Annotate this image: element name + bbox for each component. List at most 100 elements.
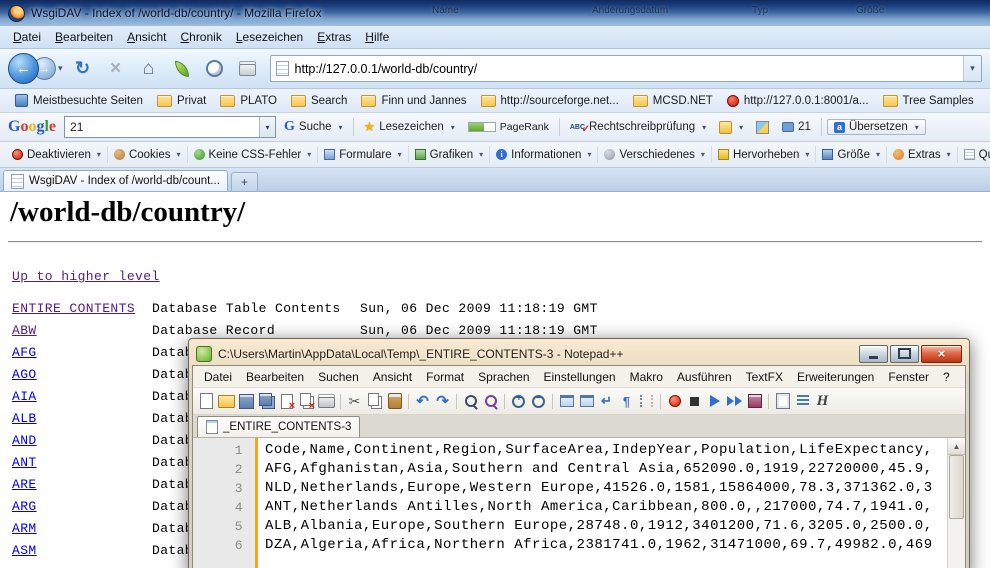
notepadpp-menu-item[interactable]: Ausführen [670, 368, 739, 386]
up-link[interactable]: Up to higher level [12, 269, 160, 284]
toolbar-icon[interactable] [413, 392, 432, 411]
clock-history-icon[interactable] [202, 55, 228, 83]
editor-tab[interactable]: _ENTIRE_CONTENTS-3 [197, 416, 360, 437]
scroll-up-button[interactable] [948, 438, 965, 455]
notepadpp-menu-item[interactable]: Einstellungen [537, 368, 623, 386]
webdev-menu-item[interactable]: Cookies [108, 146, 188, 163]
toolbar-icon[interactable] [725, 392, 744, 411]
notepadpp-menu-item[interactable]: Suchen [311, 368, 366, 386]
counter-indicator[interactable]: 21 [777, 121, 816, 133]
editor-line[interactable]: 4 ANT,Netherlands Antilles,North America… [193, 498, 948, 517]
toolbar-icon[interactable] [597, 392, 616, 411]
minimize-button[interactable] [859, 345, 888, 363]
editor-line[interactable]: 5 ALB,Albania,Europe,Southern Europe,287… [193, 517, 948, 536]
google-search-button[interactable]: Suche [279, 119, 348, 135]
notepadpp-menu-item[interactable]: Sprachen [471, 368, 536, 386]
editor-line[interactable]: 1 Code,Name,Continent,Region,SurfaceArea… [193, 441, 948, 460]
toolbar-icon[interactable] [345, 392, 364, 411]
leaf-addon-icon[interactable] [169, 55, 195, 83]
directory-entry-link[interactable]: ENTIRE CONTENTS [12, 301, 152, 316]
translate-button[interactable]: Übersetzen [827, 119, 926, 135]
toolbar-icon[interactable] [453, 392, 460, 411]
new-tab-button[interactable]: + [231, 172, 258, 191]
bookmark-item[interactable]: MCSD.NET [626, 95, 720, 107]
notepadpp-menu-item[interactable]: Format [419, 368, 471, 386]
scroll-thumb[interactable] [949, 455, 964, 519]
directory-entry-link[interactable]: AIA [12, 389, 152, 404]
pagerank-indicator[interactable]: PageRank [463, 121, 554, 133]
spellcheck-button[interactable]: Rechtschreibprüfung [565, 121, 711, 133]
webdev-menu-item[interactable]: Verschiedenes [598, 146, 711, 163]
directory-entry-link[interactable]: ALB [12, 411, 152, 426]
notepadpp-menu-item[interactable]: Bearbeiten [239, 368, 311, 386]
bookmark-item[interactable]: http://127.0.0.1:8001/a... [720, 95, 876, 107]
toolbar-icon[interactable] [617, 392, 636, 411]
webdev-menu-item[interactable]: Formulare [318, 146, 408, 163]
toolbar-icon[interactable] [557, 392, 576, 411]
search-dropdown-icon[interactable] [259, 117, 275, 137]
back-button[interactable] [8, 53, 39, 84]
print-icon[interactable] [235, 55, 261, 83]
menu-item[interactable]: Hilfe [358, 28, 396, 46]
directory-entry-link[interactable]: AND [12, 433, 152, 448]
bookmark-item[interactable]: Privat [150, 95, 213, 107]
menu-item[interactable]: Chronik [173, 28, 228, 46]
toolbar-icon[interactable] [337, 392, 344, 411]
toolbar-icon[interactable] [745, 392, 764, 411]
toolbar-icon[interactable] [793, 392, 812, 411]
webdev-menu-item[interactable]: Extras [887, 146, 958, 163]
bookmark-item[interactable]: Tree Samples [876, 95, 981, 107]
directory-entry-link[interactable]: ARM [12, 521, 152, 536]
toolbar-icon[interactable] [705, 392, 724, 411]
notepadpp-menu-item[interactable]: Fenster [881, 368, 936, 386]
webdev-menu-item[interactable]: Informationen [490, 146, 598, 163]
toolbar-icon[interactable] [765, 392, 772, 411]
notepadpp-menu-item[interactable]: Makro [623, 368, 670, 386]
url-bar[interactable]: http://127.0.0.1/world-db/country/ [270, 55, 982, 82]
toolbar-icon[interactable] [297, 392, 316, 411]
toolbar-icon[interactable] [577, 392, 596, 411]
directory-entry-link[interactable]: ANT [12, 455, 152, 470]
toolbar-icon[interactable] [481, 392, 500, 411]
menu-item[interactable]: Ansicht [120, 28, 173, 46]
toolbar-icon[interactable] [365, 392, 384, 411]
search-value[interactable]: 21 [70, 120, 259, 134]
notepadpp-menu-item[interactable]: TextFX [739, 368, 790, 386]
toolbar-icon[interactable] [665, 392, 684, 411]
mdi-close-button[interactable]: X [957, 371, 966, 383]
reload-icon[interactable] [70, 55, 96, 83]
webdev-menu-item[interactable]: Größe [816, 146, 887, 163]
toolbar-icon[interactable] [637, 392, 656, 411]
bookmark-item[interactable]: PLATO [213, 95, 284, 107]
menu-item[interactable]: Lesezeichen [229, 28, 310, 46]
toolbar-icon[interactable] [813, 392, 832, 411]
history-dropdown-icon[interactable] [58, 63, 63, 74]
highlighter-button[interactable] [751, 121, 774, 134]
close-button[interactable] [921, 345, 962, 363]
toolbar-icon[interactable] [773, 392, 792, 411]
directory-entry-link[interactable]: ARE [12, 477, 152, 492]
webdev-menu-item[interactable]: Deaktivieren [6, 146, 108, 163]
editor-line[interactable]: 3 NLD,Netherlands,Europe,Western Europe,… [193, 479, 948, 498]
maximize-button[interactable] [890, 345, 919, 363]
toolbar-icon[interactable] [509, 392, 528, 411]
toolbar-icon[interactable] [257, 392, 276, 411]
directory-entry-link[interactable]: AGO [12, 367, 152, 382]
webdev-menu-item[interactable]: Quellte [958, 146, 990, 163]
toolbar-icon[interactable] [385, 392, 404, 411]
toolbar-icon[interactable] [685, 392, 704, 411]
toolbar-icon[interactable] [657, 392, 664, 411]
bookmark-item[interactable]: http://sourceforge.net... [474, 95, 626, 107]
editor-line[interactable]: 2 AFG,Afghanistan,Asia,Southern and Cent… [193, 460, 948, 479]
bookmark-item[interactable]: Finn und Jannes [354, 95, 473, 107]
menu-item[interactable]: Extras [310, 28, 358, 46]
home-icon[interactable] [136, 55, 162, 83]
directory-entry-link[interactable]: AFG [12, 345, 152, 360]
google-search-input[interactable]: 21 [64, 116, 276, 138]
notepadpp-titlebar[interactable]: C:\Users\Martin\AppData\Local\Temp\_ENTI… [192, 342, 966, 365]
google-bookmarks-button[interactable]: Lesezeichen [359, 119, 460, 135]
toolbar-icon[interactable] [433, 392, 452, 411]
toolbar-icon[interactable] [529, 392, 548, 411]
menu-item[interactable]: Bearbeiten [48, 28, 120, 46]
url-dropdown-button[interactable] [963, 56, 981, 81]
